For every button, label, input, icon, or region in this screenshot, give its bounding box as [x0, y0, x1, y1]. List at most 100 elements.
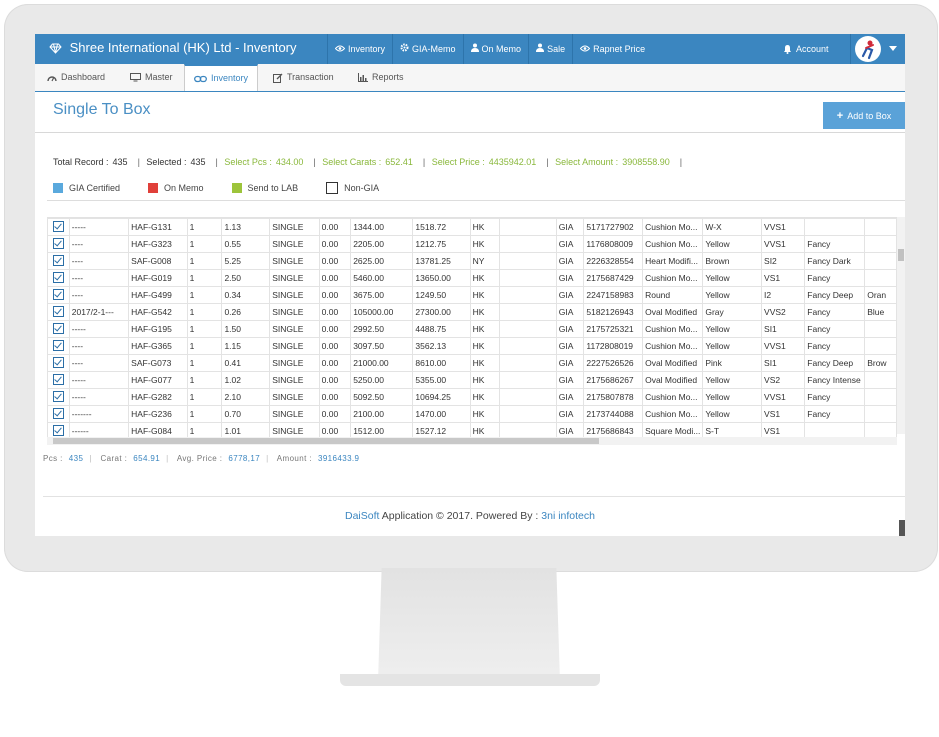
table-cell: GIA [555, 286, 585, 304]
top-menu-item-sale[interactable]: Sale [528, 34, 572, 64]
table-cell: 0.00 [318, 422, 352, 438]
table-cell [499, 303, 557, 321]
row-checkbox[interactable] [52, 237, 64, 249]
scroll-thumb[interactable] [898, 249, 904, 261]
top-menu-item-inventory[interactable]: Inventory [327, 34, 392, 64]
select-pcs-label: Select Pcs : [224, 157, 272, 167]
app-brand[interactable]: Shree International (HK) Ltd - Inventory [49, 40, 297, 55]
table-cell: 21000.00 [350, 354, 414, 372]
add-to-box-label: Add to Box [847, 110, 892, 121]
top-menu-label: Rapnet Price [593, 44, 646, 54]
row-checkbox[interactable] [52, 305, 64, 317]
inventory-table: ----- HAF-G131 1 1.13 SINGLE 0.00 1344.00 1518.… [47, 218, 897, 438]
row-checkbox[interactable] [52, 339, 64, 351]
table-row[interactable]: ---- SAF-G073 1 0.41 SINGLE 0.00 21000.00 8610.… [47, 354, 897, 372]
table-cell: SINGLE [269, 405, 320, 423]
table-row[interactable]: ----- HAF-G195 1 1.50 SINGLE 0.00 2992.50 4488.… [47, 320, 897, 338]
brand-link[interactable]: DaiSoft [345, 510, 379, 522]
account-menu[interactable]: Account [783, 34, 829, 64]
select-amount-value: 3908558.90 [622, 157, 670, 167]
monitor-icon [130, 73, 141, 82]
row-checkbox[interactable] [52, 356, 64, 368]
table-cell: HK [469, 371, 501, 389]
copyright-text: Application © 2017. Powered By : [379, 510, 542, 522]
grid-horizontal-scrollbar[interactable] [47, 437, 897, 445]
tab-inventory[interactable]: Inventory [184, 64, 259, 91]
table-row[interactable]: ----- HAF-G077 1 1.02 SINGLE 0.00 5250.00 5355.… [47, 371, 897, 389]
row-checkbox[interactable] [52, 322, 64, 334]
table-cell: Fancy Dark [804, 252, 866, 270]
logo-icon [861, 40, 874, 60]
table-cell: GIA [555, 405, 585, 423]
table-cell: 1527.12 [412, 422, 471, 438]
user-avatar-dropdown[interactable] [850, 34, 905, 64]
row-checkbox[interactable] [52, 254, 64, 266]
table-cell [864, 252, 897, 270]
table-row[interactable]: ---- HAF-G499 1 0.34 SINGLE 0.00 3675.00 1249.5… [47, 286, 897, 304]
table-row[interactable]: ------ HAF-G084 1 1.01 SINGLE 0.00 1512.00 1527… [47, 422, 897, 438]
table-row[interactable]: ---- HAF-G365 1 1.15 SINGLE 0.00 3097.50 3562.1… [47, 337, 897, 355]
table-cell: 1 [186, 252, 223, 270]
table-cell: NY [469, 252, 501, 270]
table-cell: ---- [68, 354, 130, 372]
table-cell: HK [469, 235, 501, 253]
top-menu-item-gia-memo[interactable]: GIA-Memo [392, 34, 463, 64]
divider [47, 200, 905, 201]
tab-dashboard[interactable]: Dashboard [47, 64, 105, 91]
table-row[interactable]: ------- HAF-G236 1 0.70 SINGLE 0.00 2100.00 147… [47, 405, 897, 423]
row-checkbox[interactable] [52, 288, 64, 300]
table-cell: Brow [864, 354, 897, 372]
table-row[interactable]: ----- HAF-G282 1 2.10 SINGLE 0.00 5092.50 10694… [47, 388, 897, 406]
legend-label: On Memo [164, 183, 204, 193]
page-scrollbar[interactable] [899, 520, 905, 536]
table-cell: 1 [186, 405, 223, 423]
row-checkbox[interactable] [52, 220, 64, 232]
table-cell: 0.00 [318, 303, 352, 321]
row-checkbox[interactable] [52, 373, 64, 385]
table-cell: HK [469, 337, 501, 355]
tab-transaction[interactable]: Transaction [273, 64, 334, 91]
company-link[interactable]: 3ni infotech [541, 510, 595, 522]
table-cell: SINGLE [269, 303, 320, 321]
row-checkbox[interactable] [52, 271, 64, 283]
divider [35, 132, 905, 133]
table-cell: 1.01 [221, 422, 271, 438]
table-cell: 3675.00 [350, 286, 414, 304]
row-select-cell [47, 320, 70, 338]
table-row[interactable]: 2017/2-1--- HAF-G542 1 0.26 SINGLE 0.00 105000… [47, 303, 897, 321]
table-row[interactable]: ---- HAF-G323 1 0.55 SINGLE 0.00 2205.00 1212.7… [47, 235, 897, 253]
table-cell: GIA [555, 218, 585, 236]
table-cell: SINGLE [269, 286, 320, 304]
table-cell: Yellow [702, 337, 763, 355]
table-cell: I2 [761, 286, 806, 304]
diamond-icon [49, 43, 62, 54]
table-cell: 1512.00 [350, 422, 414, 438]
top-menu-item-rapnet-price[interactable]: Rapnet Price [572, 34, 652, 64]
grid-vertical-scrollbar[interactable] [897, 217, 905, 434]
table-row[interactable]: ----- HAF-G131 1 1.13 SINGLE 0.00 1344.00 1518.… [47, 218, 897, 236]
table-cell: Brown [702, 252, 763, 270]
selected-value: 435 [190, 157, 206, 167]
table-cell: Cushion Mo... [642, 218, 704, 236]
amount-value: 3916433.9 [317, 454, 360, 463]
tab-reports[interactable]: Reports [358, 64, 404, 91]
table-cell: HK [469, 405, 501, 423]
row-checkbox[interactable] [52, 407, 64, 419]
table-cell [804, 422, 866, 438]
scroll-thumb[interactable] [53, 438, 599, 444]
table-row[interactable]: ---- SAF-G008 1 5.25 SINGLE 0.00 2625.00 13781.… [47, 252, 897, 270]
table-cell: Yellow [702, 388, 763, 406]
tab-master[interactable]: Master [130, 64, 173, 91]
table-cell: 10694.25 [412, 388, 471, 406]
add-to-box-button[interactable]: + Add to Box [823, 102, 905, 129]
table-cell: Yellow [702, 269, 763, 287]
top-menu-label: Sale [547, 44, 566, 54]
table-cell: SINGLE [269, 337, 320, 355]
row-checkbox[interactable] [52, 424, 64, 436]
table-cell: 1172808019 [583, 337, 644, 355]
table-cell: VS1 [761, 405, 806, 423]
table-row[interactable]: ---- HAF-G019 1 2.50 SINGLE 0.00 5460.00 13650.… [47, 269, 897, 287]
top-menu-item-on-memo[interactable]: On Memo [462, 34, 529, 64]
row-checkbox[interactable] [52, 390, 64, 402]
table-cell: 2175807878 [583, 388, 644, 406]
